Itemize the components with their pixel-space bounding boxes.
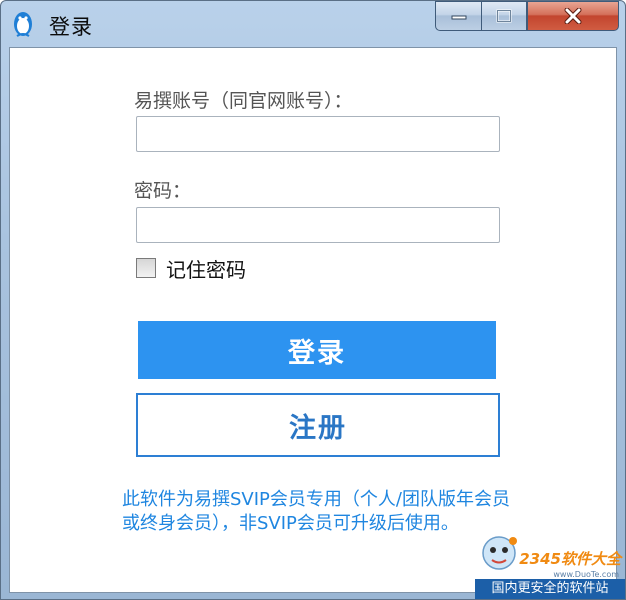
login-panel: 易撰账号（同官网账号）： 密码： 记住密码 登录 注册 此软件为易撰SVIP会员… — [9, 47, 617, 593]
caption-buttons — [435, 1, 619, 31]
mascot-icon — [482, 536, 517, 570]
close-button[interactable] — [527, 1, 619, 31]
remember-password-label[interactable]: 记住密码 — [166, 254, 246, 283]
title-bar[interactable]: 登录 — [1, 1, 625, 47]
minimize-icon — [451, 15, 466, 20]
svip-notice: 此软件为易撰SVIP会员专用（个人/团队版年会员或终身会员），非SVIP会员可升… — [122, 489, 510, 534]
watermark-logo: 2345软件大全 — [519, 550, 621, 568]
maximize-button[interactable] — [481, 1, 527, 31]
watermark-slogan: 国内更安全的软件站 — [475, 579, 625, 599]
maximize-icon — [496, 9, 512, 23]
window-title: 登录 — [49, 15, 93, 39]
close-icon — [564, 8, 582, 24]
password-label: 密码： — [134, 180, 192, 202]
minimize-button[interactable] — [435, 1, 481, 31]
app-logo-icon — [14, 12, 32, 37]
watermark-url: www.DuoTe.com — [553, 570, 619, 579]
site-watermark: 2345软件大全 www.DuoTe.com 国内更安全的软件站 — [475, 517, 625, 599]
account-label: 易撰账号（同官网账号）： — [134, 90, 353, 112]
register-button[interactable]: 注册 — [136, 393, 500, 457]
password-input[interactable] — [136, 207, 500, 243]
login-window: 登录 易撰账号（同官网账号）： 密码： 记住密码 登录 注册 此软件为易撰SVI… — [0, 0, 626, 600]
account-input[interactable] — [136, 116, 500, 152]
login-button[interactable]: 登录 — [138, 321, 496, 379]
remember-password-checkbox[interactable] — [136, 258, 156, 278]
